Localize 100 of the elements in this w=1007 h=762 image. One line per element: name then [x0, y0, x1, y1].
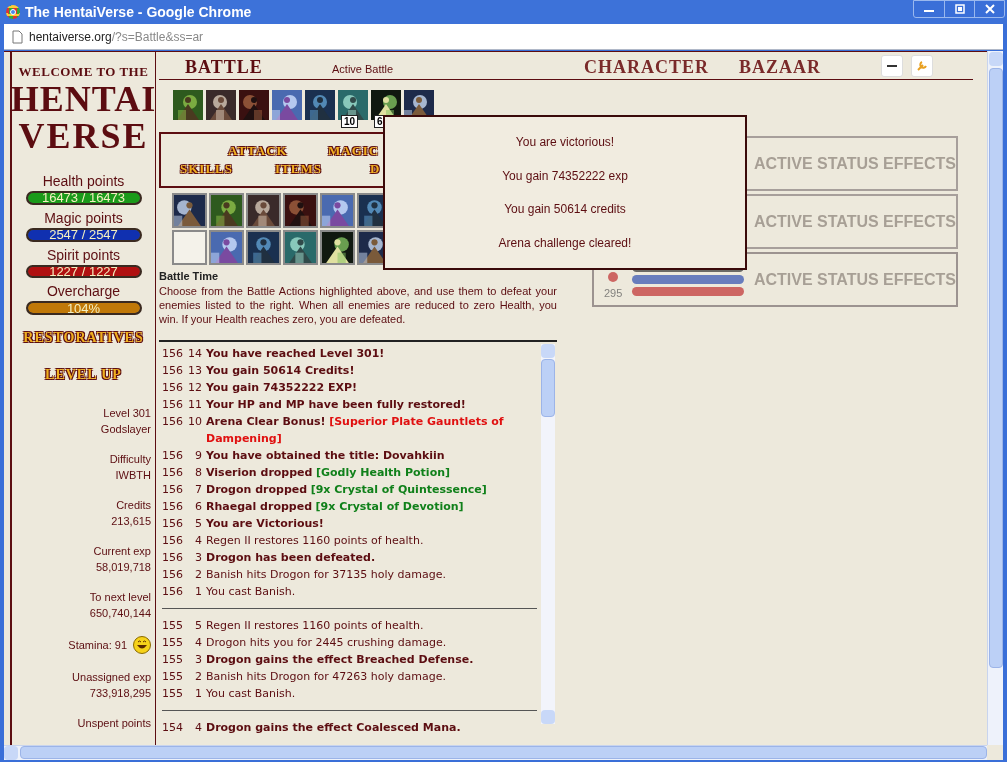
vertical-scrollbar[interactable]	[987, 51, 1003, 745]
log-entry: Drogon has been defeated.	[206, 550, 376, 566]
log-entry: Drogon dropped [9x Crystal of Quintessence]	[206, 482, 487, 498]
log-entry: You cast Banish.	[206, 686, 296, 702]
wrench-icon	[916, 60, 928, 72]
minus-icon	[887, 65, 897, 67]
entry-number: 3	[194, 652, 202, 668]
round-number: 156	[162, 465, 184, 481]
stat-label: Current exp	[93, 544, 151, 559]
status-effects-label: ACTIVE STATUS EFFECTS	[753, 211, 956, 232]
action-menu-item[interactable]: ATTACK	[228, 142, 328, 160]
address-bar[interactable]: hentaiverse.org/?s=Battle&ss=ar	[4, 24, 1003, 50]
log-entry: You have obtained the title: Dovahkiin	[206, 448, 445, 464]
logo-text: WELCOME TO THE	[18, 64, 149, 80]
action-menu-item[interactable]: SKILLS	[180, 160, 275, 178]
skill-icon[interactable]	[246, 193, 281, 228]
entry-number: 12	[187, 380, 202, 396]
stat-value: 650,740,144	[89, 606, 151, 621]
log-entry: You cast Banish.	[206, 584, 296, 600]
empty-skill-slot[interactable]	[172, 230, 207, 265]
status-effects-label: ACTIVE STATUS EFFECTS	[753, 153, 956, 174]
log-entry: Drogon hits you for 2445 crushing damage.	[206, 635, 447, 651]
entry-number: 6	[194, 499, 202, 515]
log-entry: Banish hits Drogon for 37135 holy damage.	[206, 567, 447, 583]
log-entry: Viserion dropped [Godly Health Potion]	[206, 465, 451, 481]
round-number: 155	[162, 686, 184, 702]
action-menu-item[interactable]: ITEMS	[275, 160, 370, 178]
entry-number: 14	[187, 346, 202, 362]
log-entry: Drogon gains the effect Coalesced Mana.	[206, 720, 461, 733]
entry-number: 8	[194, 465, 202, 481]
log-entry: Arena Clear Bonus! [Superior Plate Gauntlets of Dampening]	[206, 414, 505, 447]
menu-link[interactable]: LEVEL UP	[45, 364, 122, 385]
bar-reading: 1227 / 1227	[48, 266, 119, 277]
entry-number: 2	[194, 669, 202, 685]
bar-reading: 16473 / 16473	[40, 193, 127, 203]
nav-tab[interactable]: BAZAAR	[739, 55, 821, 79]
round-number: 156	[162, 516, 184, 532]
instructions-text: Choose from the Battle Actions highlighted above, and use them to defeat your enemies listed to the right. When all enemies are reduced to zero Health, you win. If your Health reaches zero, you are defeated.	[159, 284, 557, 326]
stat-value: 58,019,718	[95, 560, 151, 575]
log-entry: You have reached Level 301!	[206, 346, 385, 362]
stat-value: Godslayer	[100, 422, 151, 437]
entry-number: 4	[194, 635, 202, 651]
entry-number: 11	[187, 397, 202, 413]
log-entry: Rhaegal dropped [9x Crystal of Devotion]	[206, 499, 464, 515]
round-number: 154	[162, 720, 184, 733]
horizontal-scrollbar[interactable]	[4, 745, 987, 760]
round-number: 155	[162, 652, 184, 668]
log-entry: You are Victorious!	[206, 516, 324, 532]
effect-icon[interactable]	[206, 90, 236, 120]
status-effects-label: ACTIVE STATUS EFFECTS	[753, 269, 956, 290]
stat-label: Unspent points	[77, 716, 151, 731]
entry-number: 5	[194, 516, 202, 532]
skill-icon[interactable]	[320, 230, 355, 265]
nav-tab[interactable]: BATTLE	[185, 55, 263, 79]
effect-count: 10	[341, 115, 359, 128]
dialog-text: You are victorious!	[515, 133, 615, 151]
round-number: 156	[162, 414, 184, 430]
logo-text: VERSE	[18, 118, 149, 154]
bar-reading: 2547 / 2547	[48, 229, 119, 240]
page-icon	[12, 29, 23, 44]
dialog-text: Arena challenge cleared!	[498, 235, 632, 253]
round-number: 155	[162, 635, 184, 651]
menu-link[interactable]: RESTORATIVES	[23, 327, 144, 348]
stat-label: Difficulty	[109, 452, 151, 467]
stat-value: IWBTH	[115, 468, 151, 483]
round-number: 156	[162, 567, 184, 583]
bar-label: Magic points	[44, 208, 123, 227]
stat-label: Unassigned exp	[72, 670, 151, 685]
entry-number: 3	[194, 550, 202, 566]
round-number: 156	[162, 346, 184, 362]
log-entry: Your HP and MP have been fully restored!	[206, 397, 466, 413]
round-number: 156	[162, 499, 184, 515]
nav-subtitle: Active Battle	[332, 61, 394, 77]
skill-icon[interactable]	[172, 193, 207, 228]
round-number: 155	[162, 618, 184, 634]
window-title: The HentaiVerse - Google Chrome	[25, 2, 252, 22]
bar-label: Overcharge	[46, 282, 121, 301]
round-number: 156	[162, 397, 184, 413]
url-text: hentaiverse.org/?s=Battle&ss=ar	[29, 28, 204, 46]
smiley-icon	[133, 636, 151, 654]
log-entry: You gain 74352222 EXP!	[206, 380, 358, 396]
dialog-text: You gain 50614 credits	[504, 201, 626, 219]
round-number: 156	[162, 550, 184, 566]
round-number: 156	[162, 584, 184, 600]
round-number: 156	[162, 363, 184, 379]
round-number: 156	[162, 482, 184, 498]
entry-number: 9	[194, 448, 202, 464]
stat-value: 213,615	[111, 514, 151, 529]
collapse-button[interactable]	[881, 55, 903, 77]
stat-label: Level 301	[103, 406, 151, 421]
entry-number: 7	[194, 482, 202, 498]
nav-tab[interactable]: CHARACTER	[584, 55, 709, 79]
entry-number: 4	[194, 720, 202, 733]
round-number: 156	[162, 380, 184, 396]
bar-label: Health points	[42, 172, 125, 190]
log-scrollbar[interactable]	[541, 344, 555, 724]
section-title: Battle Time	[159, 269, 220, 284]
chrome-logo-icon	[6, 5, 20, 19]
log-entry: Regen II restores 1160 points of health.	[206, 618, 424, 634]
round-number: 156	[162, 533, 184, 549]
